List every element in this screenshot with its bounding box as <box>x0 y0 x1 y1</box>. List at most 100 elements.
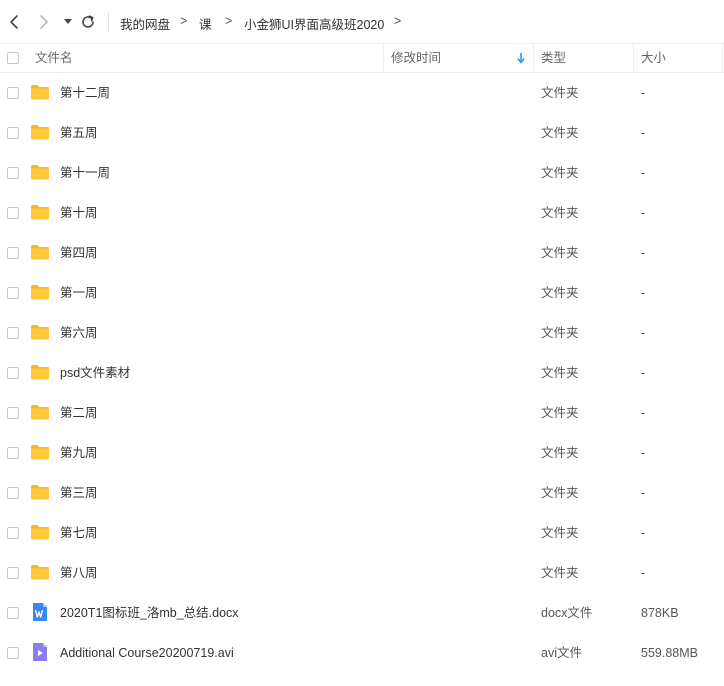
file-row[interactable]: 第四周 文件夹 - <box>0 233 724 273</box>
file-name[interactable]: Additional Course20200719.avi <box>60 633 234 673</box>
file-row-checkbox[interactable] <box>7 127 19 139</box>
file-row-checkbox[interactable] <box>7 207 19 219</box>
file-row-checkbox[interactable] <box>7 607 19 619</box>
file-name[interactable]: 第六周 <box>60 313 98 353</box>
video-file-icon <box>30 642 50 662</box>
column-header-modified[interactable]: 修改时间 <box>391 44 441 72</box>
folder-icon <box>30 562 50 582</box>
folder-icon <box>30 322 50 342</box>
file-type: 文件夹 <box>541 406 579 420</box>
file-type: 文件夹 <box>541 326 579 340</box>
file-type: 文件夹 <box>541 126 579 140</box>
file-list-header: 文件名 修改时间 类型 大小 <box>0 43 724 73</box>
word-doc-icon <box>30 602 50 622</box>
file-row-checkbox[interactable] <box>7 247 19 259</box>
refresh-button[interactable] <box>78 11 98 33</box>
file-size: - <box>641 286 646 300</box>
column-header-type[interactable]: 类型 <box>541 44 566 72</box>
file-row[interactable]: 第三周 文件夹 - <box>0 473 724 513</box>
sort-down-arrow-icon[interactable] <box>517 53 525 64</box>
file-row[interactable]: 第七周 文件夹 - <box>0 513 724 553</box>
file-row-checkbox[interactable] <box>7 567 19 579</box>
back-icon <box>10 15 18 29</box>
file-row-checkbox[interactable] <box>7 407 19 419</box>
breadcrumb-item-course[interactable]: 课 <box>199 14 212 33</box>
file-name[interactable]: 第八周 <box>60 553 98 593</box>
file-type: 文件夹 <box>541 366 579 380</box>
file-row-checkbox[interactable] <box>7 327 19 339</box>
folder-icon <box>30 242 50 262</box>
file-type: 文件夹 <box>541 566 579 580</box>
file-name[interactable]: 第九周 <box>60 433 98 473</box>
file-size: - <box>641 486 646 500</box>
file-type: 文件夹 <box>541 166 579 180</box>
column-header-name[interactable]: 文件名 <box>35 44 73 72</box>
file-name[interactable]: 第五周 <box>60 113 98 153</box>
file-row[interactable]: 第五周 文件夹 - <box>0 113 724 153</box>
file-name[interactable]: 第二周 <box>60 393 98 433</box>
file-name[interactable]: 第四周 <box>60 233 98 273</box>
column-divider[interactable] <box>633 44 634 72</box>
file-name[interactable]: 第十一周 <box>60 153 110 193</box>
file-size: - <box>641 166 646 180</box>
file-row[interactable]: 第十周 文件夹 - <box>0 193 724 233</box>
column-divider[interactable] <box>383 44 384 72</box>
file-row-checkbox[interactable] <box>7 367 19 379</box>
forward-button[interactable] <box>34 11 54 33</box>
file-name[interactable]: psd文件素材 <box>60 353 130 393</box>
history-dropdown-button[interactable] <box>58 11 78 33</box>
folder-icon <box>30 522 50 542</box>
file-row-checkbox[interactable] <box>7 487 19 499</box>
file-name[interactable]: 第七周 <box>60 513 98 553</box>
file-name[interactable]: 第十二周 <box>60 73 110 113</box>
folder-icon <box>30 162 50 182</box>
column-divider[interactable] <box>533 44 534 72</box>
toolbar: 我的网盘 > 课 > 小金狮UI界面高级班2020 > <box>0 0 724 42</box>
file-row-checkbox[interactable] <box>7 647 19 659</box>
file-size: - <box>641 206 646 220</box>
file-type: avi文件 <box>541 646 582 660</box>
file-row[interactable]: 第一周 文件夹 - <box>0 273 724 313</box>
file-name[interactable]: 第十周 <box>60 193 98 233</box>
file-row-checkbox[interactable] <box>7 167 19 179</box>
file-name[interactable]: 第三周 <box>60 473 98 513</box>
file-size: - <box>641 126 646 140</box>
folder-icon <box>30 482 50 502</box>
file-row[interactable]: 第六周 文件夹 - <box>0 313 724 353</box>
file-type: 文件夹 <box>541 526 579 540</box>
file-row[interactable]: 第九周 文件夹 - <box>0 433 724 473</box>
column-header-size[interactable]: 大小 <box>641 44 666 72</box>
back-button[interactable] <box>4 11 24 33</box>
file-row-checkbox[interactable] <box>7 87 19 99</box>
file-name[interactable]: 2020T1图标班_洛mb_总结.docx <box>60 593 239 633</box>
file-size: - <box>641 246 646 260</box>
file-type: 文件夹 <box>541 86 579 100</box>
breadcrumb-separator: > <box>180 14 188 28</box>
file-row-checkbox[interactable] <box>7 287 19 299</box>
file-row[interactable]: psd文件素材 文件夹 - <box>0 353 724 393</box>
file-row[interactable]: Additional Course20200719.avi avi文件 559.88… <box>0 633 724 673</box>
breadcrumb-separator: > <box>225 14 233 28</box>
file-size: - <box>641 526 646 540</box>
file-row-checkbox[interactable] <box>7 527 19 539</box>
file-size: - <box>641 566 646 580</box>
folder-icon <box>30 402 50 422</box>
file-row[interactable]: 第十二周 文件夹 - <box>0 73 724 113</box>
file-row[interactable]: 第八周 文件夹 - <box>0 553 724 593</box>
select-all-checkbox[interactable] <box>7 52 19 64</box>
breadcrumb-item-root[interactable]: 我的网盘 <box>120 14 170 33</box>
file-name[interactable]: 第一周 <box>60 273 98 313</box>
dropdown-caret-icon <box>64 19 72 24</box>
file-row[interactable]: 第二周 文件夹 - <box>0 393 724 433</box>
breadcrumb-item-current[interactable]: 小金狮UI界面高级班2020 <box>244 14 384 33</box>
file-type: 文件夹 <box>541 246 579 260</box>
folder-icon <box>30 362 50 382</box>
file-size: - <box>641 366 646 380</box>
file-size: 878KB <box>641 606 679 620</box>
file-row[interactable]: 2020T1图标班_洛mb_总结.docx docx文件 878KB <box>0 593 724 633</box>
file-size: - <box>641 86 646 100</box>
folder-icon <box>30 82 50 102</box>
file-row[interactable]: 第十一周 文件夹 - <box>0 153 724 193</box>
file-type: 文件夹 <box>541 446 579 460</box>
file-row-checkbox[interactable] <box>7 447 19 459</box>
